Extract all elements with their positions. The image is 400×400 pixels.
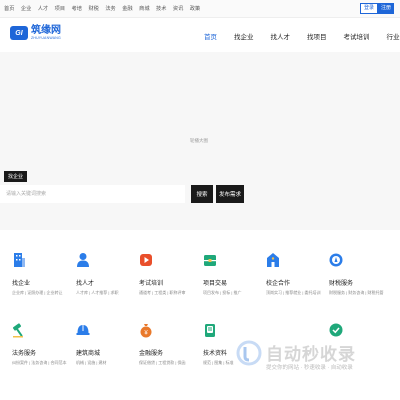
service-desc: 通道考 | 工程类 | 职称评审	[139, 290, 186, 295]
top-link-policy[interactable]: 政策	[190, 5, 200, 12]
find-enterprise-tab[interactable]: 找企业	[4, 171, 28, 182]
nav-item-home[interactable]: 首页	[204, 31, 217, 41]
service-legal[interactable]: 法务服务 纠纷案件 | 法务咨询 | 合同范本	[12, 322, 74, 366]
service-tax[interactable]: 财税服务 财税服务 | 财务咨询 | 财税托管	[329, 252, 391, 296]
check-badge-icon	[329, 323, 343, 337]
compass-icon	[329, 253, 343, 267]
watermark: 自动秒收录 提交你的网站 · 秒速收录 · 自动收录	[236, 338, 396, 374]
service-desc: 人才库 | 人才推荐 | 求职	[76, 290, 119, 295]
top-link-talent[interactable]: 人才	[38, 5, 48, 12]
login-button[interactable]: 登录	[359, 3, 378, 14]
top-link-legal[interactable]: 法务	[105, 5, 115, 12]
main-navigation: 首页 找企业 找人才 找项目 考试培训 行业资讯	[204, 31, 400, 41]
watermark-text: 自动秒收录	[266, 345, 356, 364]
service-desc: 纠纷案件 | 法务咨询 | 合同范本	[12, 360, 67, 365]
site-header: GI 筑缘网 ZHUYUANWANG 首页 找企业 找人才 找项目 考试培训 行…	[0, 18, 400, 52]
moneybag-icon: ¥	[140, 324, 152, 338]
top-link-training[interactable]: 考培	[72, 5, 82, 12]
search-input[interactable]: 请输入关键词搜索	[0, 185, 185, 203]
service-name: 找企业	[12, 281, 31, 287]
nav-item-exam-training[interactable]: 考试培训	[344, 31, 370, 41]
top-link-home[interactable]: 首页	[4, 5, 14, 12]
logo-mark-icon: GI	[10, 26, 28, 40]
service-name: 建筑商城	[76, 351, 101, 357]
nav-item-find-project[interactable]: 找项目	[307, 31, 327, 41]
watermark-logo-icon	[236, 340, 262, 366]
person-icon	[77, 253, 89, 267]
service-desc: 机械 | 设施 | 建材	[76, 360, 107, 365]
briefcase-icon	[204, 255, 216, 266]
top-links: 首页 企业 人才 项目 考培 财税 法务 金融 商城 技术 资讯 政策	[4, 5, 207, 12]
nav-item-find-enterprise[interactable]: 找企业	[234, 31, 254, 41]
top-link-tax[interactable]: 财税	[88, 5, 98, 12]
service-building-mall[interactable]: 建筑商城 机械 | 设施 | 建材	[76, 322, 138, 366]
logo-subtitle: ZHUYUANWANG	[31, 36, 61, 40]
banner-placeholder-text: 轮播大图	[190, 138, 208, 143]
top-link-project[interactable]: 项目	[55, 5, 65, 12]
service-desc: 顶岗实习 | 推荐就业 | 委托培训	[266, 290, 321, 295]
service-desc: 项目发布 | 投标 | 推广	[203, 290, 242, 295]
service-finance[interactable]: ¥ 金融服务 保证借贷 | 工程贷款 | 保函	[139, 322, 201, 366]
service-name: 校企合作	[266, 281, 291, 287]
service-desc: 财税服务 | 财务咨询 | 财税托管	[329, 290, 384, 295]
video-play-icon	[140, 254, 152, 266]
building-icon	[14, 253, 25, 267]
top-link-enterprise[interactable]: 企业	[21, 5, 31, 12]
logo-name: 筑缘网	[31, 25, 61, 36]
service-find-enterprise[interactable]: 找企业 企业库 | 证照办理 | 企业转让	[12, 252, 74, 296]
nav-item-industry-news[interactable]: 行业资讯	[387, 31, 400, 41]
nav-item-find-talent[interactable]: 找人才	[271, 31, 291, 41]
service-find-talent[interactable]: 找人才 人才库 | 人才推荐 | 求职	[76, 252, 138, 296]
top-link-finance[interactable]: 金融	[122, 5, 132, 12]
top-navigation-bar: 首页 企业 人才 项目 考培 财税 法务 金融 商城 技术 资讯 政策 登录 注…	[0, 0, 400, 18]
service-name: 法务服务	[12, 351, 37, 357]
top-link-mall[interactable]: 商城	[139, 5, 149, 12]
service-name: 考试培训	[139, 281, 164, 287]
auth-buttons: 登录 注册	[359, 3, 394, 14]
publish-demand-button[interactable]: 发布需求	[216, 185, 244, 203]
site-logo[interactable]: GI 筑缘网 ZHUYUANWANG	[10, 26, 61, 40]
register-button[interactable]: 注册	[377, 3, 394, 14]
service-name: 找人才	[76, 281, 95, 287]
service-project-trade[interactable]: 项目交易 项目发布 | 投标 | 推广	[203, 252, 265, 296]
service-exam-training[interactable]: 考试培训 通道考 | 工程类 | 职称评审	[139, 252, 201, 296]
service-name: 项目交易	[203, 281, 228, 287]
search-button[interactable]: 搜索	[191, 185, 213, 203]
service-school-enterprise[interactable]: 校企合作 顶岗实习 | 推荐就业 | 委托培训	[266, 252, 328, 296]
gavel-icon	[12, 323, 23, 338]
book-icon	[205, 324, 215, 337]
service-grid: 找企业 企业库 | 证照办理 | 企业转让 找人才 人才库 | 人才推荐 | 求…	[0, 230, 400, 400]
hero-banner: 轮播大图	[0, 52, 400, 230]
school-icon	[267, 253, 279, 267]
service-desc: 保证借贷 | 工程贷款 | 保函	[139, 360, 186, 365]
helmet-icon	[76, 325, 90, 335]
top-link-news[interactable]: 资讯	[173, 5, 183, 12]
top-link-tech[interactable]: 技术	[156, 5, 166, 12]
watermark-subtext: 提交你的网站 · 秒速收录 · 自动收录	[266, 365, 353, 371]
service-desc: 企业库 | 证照办理 | 企业转让	[12, 290, 63, 295]
service-name: 财税服务	[329, 281, 354, 287]
service-name: 金融服务	[139, 351, 164, 357]
